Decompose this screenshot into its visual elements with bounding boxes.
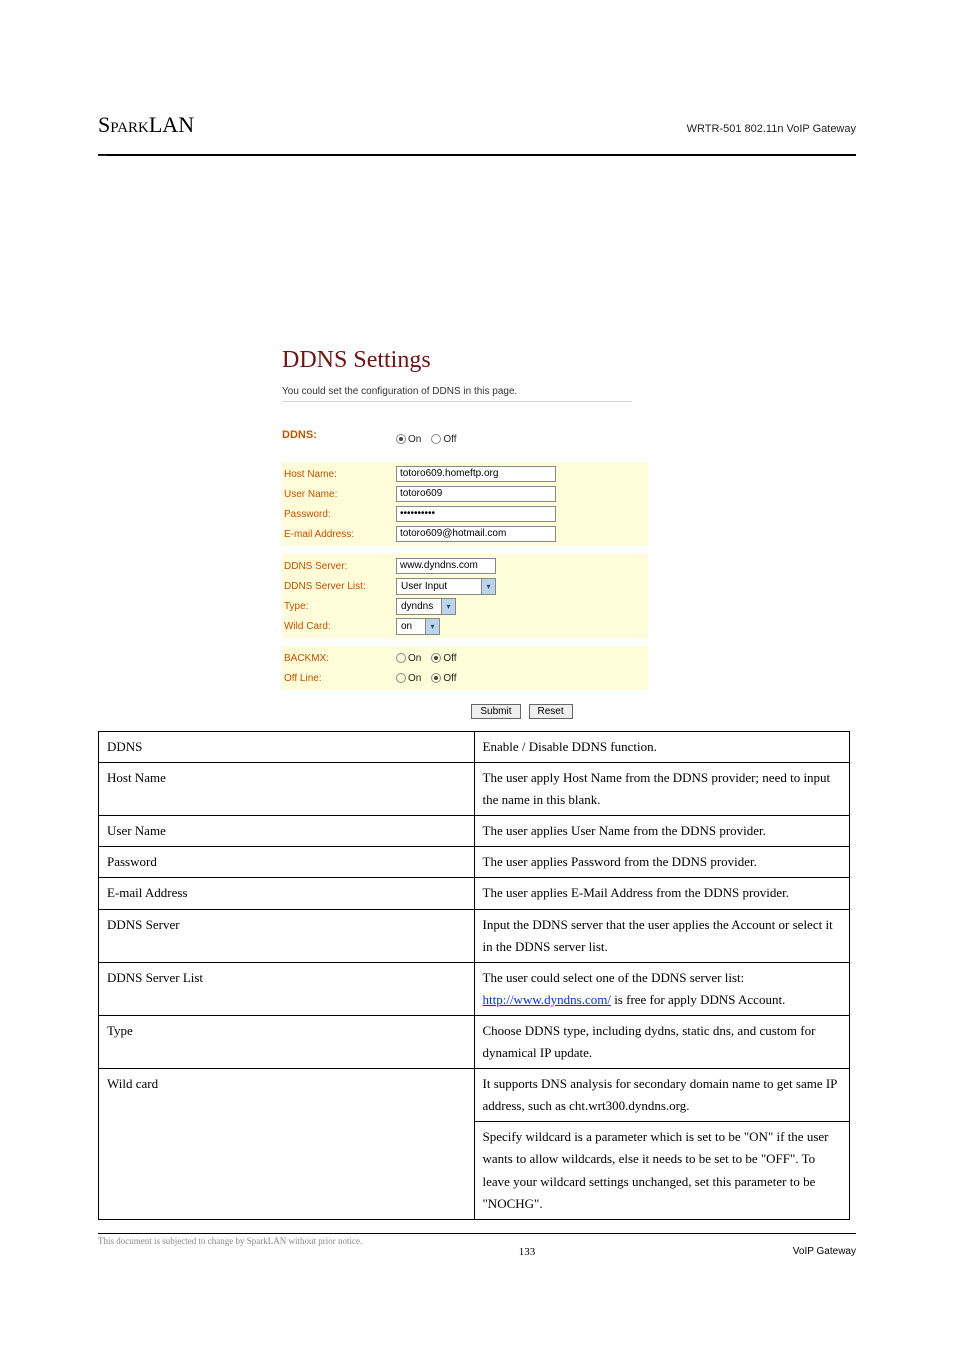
chevron-down-icon: ▾ — [441, 599, 455, 614]
submit-button[interactable]: Submit — [471, 704, 520, 719]
backmx-off-radio[interactable]: Off — [431, 653, 456, 664]
page-subtitle: You could set the configuration of DDNS … — [282, 386, 632, 402]
brand-left: SparkLAN — [98, 112, 194, 138]
table-row: PasswordThe user applies Password from t… — [99, 847, 850, 878]
ddns-server-input[interactable]: www.dyndns.com — [396, 558, 496, 574]
table-row: E-mail AddressThe user applies E-Mail Ad… — [99, 878, 850, 909]
offline-label: Off Line: — [282, 673, 396, 684]
desc-table: DDNSEnable / Disable DDNS function. Host… — [98, 731, 850, 1220]
user-name-input[interactable]: totoro609 — [396, 486, 556, 502]
ddns-label: DDNS: — [282, 429, 396, 441]
table-row: TypeChoose DDNS type, including dydns, s… — [99, 1015, 850, 1068]
table-row: DDNSEnable / Disable DDNS function. — [99, 732, 850, 763]
offline-on-radio[interactable]: On — [396, 673, 421, 684]
type-label: Type: — [282, 601, 396, 612]
footer-note: This document is subjected to change by … — [98, 1236, 498, 1246]
section-title: 8.23.4 DDNS settings — [98, 156, 856, 157]
ddns-on-radio[interactable]: On — [396, 434, 421, 445]
footer: This document is subjected to change by … — [98, 1233, 856, 1258]
table-row: DDNS ServerInput the DDNS server that th… — [99, 909, 850, 962]
table-row: Wild cardIt supports DNS analysis for se… — [99, 1069, 850, 1122]
reset-button[interactable]: Reset — [529, 704, 573, 719]
table-row: Host NameThe user apply Host Name from t… — [99, 763, 850, 816]
ddns-server-list-label: DDNS Server List: — [282, 581, 396, 592]
email-input[interactable]: totoro609@hotmail.com — [396, 526, 556, 542]
chevron-down-icon: ▾ — [481, 579, 495, 594]
ddns-server-label: DDNS Server: — [282, 561, 396, 572]
page-title: DDNS Settings — [282, 347, 662, 374]
ddns-settings-screenshot: DDNS Settings You could set the configur… — [282, 347, 662, 719]
wildcard-select[interactable]: on ▾ — [396, 618, 440, 635]
wildcard-label: Wild Card: — [282, 621, 396, 632]
email-label: E-mail Address: — [282, 529, 396, 540]
password-label: Password: — [282, 509, 396, 520]
backmx-on-radio[interactable]: On — [396, 653, 421, 664]
password-input[interactable]: •••••••••• — [396, 506, 556, 522]
page-number: 133 — [507, 1246, 547, 1258]
dyndns-link[interactable]: http://www.dyndns.com/ — [483, 992, 611, 1007]
host-name-input[interactable]: totoro609.homeftp.org — [396, 466, 556, 482]
table-row: User NameThe user applies User Name from… — [99, 816, 850, 847]
footer-product: VoIP Gateway — [556, 1246, 856, 1257]
type-select[interactable]: dyndns ▾ — [396, 598, 456, 615]
ddns-server-list-select[interactable]: User Input ▾ — [396, 578, 496, 595]
backmx-label: BACKMX: — [282, 653, 396, 664]
ddns-off-radio[interactable]: Off — [431, 434, 456, 445]
table-row: DDNS Server ListThe user could select on… — [99, 962, 850, 1015]
host-name-label: Host Name: — [282, 469, 396, 480]
offline-off-radio[interactable]: Off — [431, 673, 456, 684]
chevron-down-icon: ▾ — [425, 619, 439, 634]
brand-right: WRTR-501 802.11n VoIP Gateway — [687, 123, 856, 135]
user-name-label: User Name: — [282, 489, 396, 500]
